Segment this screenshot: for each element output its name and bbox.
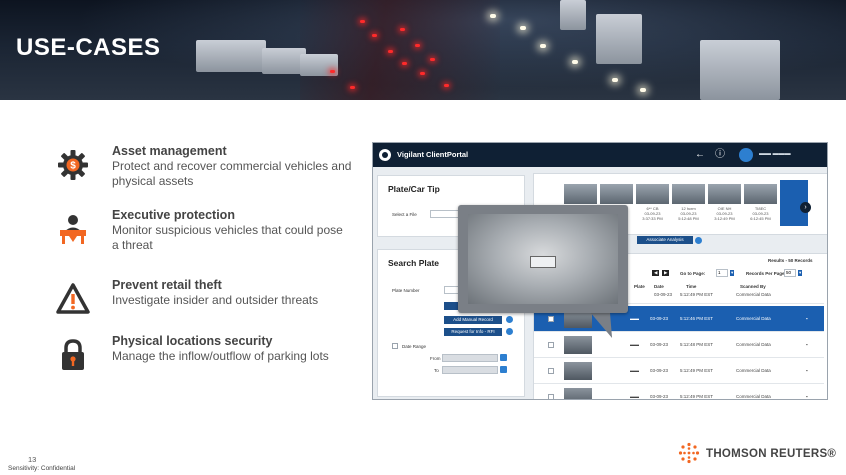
table-row[interactable]: ▬▬ 03-09-23 5:12:49 PM EST Commercial Da… <box>534 384 824 399</box>
use-case-title: Prevent retail theft <box>112 278 222 292</box>
vehicle-thumbnail[interactable] <box>744 184 777 204</box>
use-case-prevent-retail-theft: Prevent retail theft Investigate insider… <box>56 278 356 318</box>
gear-dollar-icon: $ <box>56 148 90 182</box>
vehicle-thumbnail[interactable] <box>600 184 633 204</box>
next-page-icon[interactable]: ▶ <box>662 270 670 276</box>
warning-triangle-icon <box>56 282 90 316</box>
user-menu[interactable]: ▬▬ ▬▬▬ <box>759 151 791 157</box>
vehicle-thumbnail[interactable] <box>708 184 741 204</box>
svg-text:$: $ <box>70 161 76 172</box>
select-file-label: Select a File <box>392 212 417 217</box>
calendar-icon[interactable] <box>500 366 507 373</box>
vehicle-thumbnail[interactable] <box>564 388 592 399</box>
thumbnail-caption: OIE NH 03-09-23 3:12:49 PM <box>714 206 735 221</box>
panel-title: Search Plate <box>388 258 440 268</box>
row-checkbox[interactable] <box>548 316 554 322</box>
row-checkbox[interactable] <box>548 394 554 399</box>
vehicle-thumbnail[interactable] <box>564 184 597 204</box>
prev-page-icon[interactable]: ◀ <box>652 270 660 276</box>
executive-person-icon <box>56 212 90 246</box>
results-count: Results - 50 Records <box>768 258 813 263</box>
avatar[interactable] <box>739 148 753 162</box>
thomson-reuters-logo-icon <box>678 442 700 464</box>
use-case-description: Monitor suspicious vehicles that could p… <box>112 223 343 252</box>
thumbnail-caption: 6** CB 03-09-23 3:37:33 PM <box>642 206 663 221</box>
use-case-title: Physical locations security <box>112 334 273 348</box>
brand-name: THOMSON REUTERS® <box>706 448 837 460</box>
portal-header: Vigilant ClientPortal ← ⓘ ▬▬ ▬▬▬ <box>373 143 827 167</box>
from-label: From <box>430 356 441 361</box>
use-case-title: Asset management <box>112 144 227 158</box>
page-title: USE-CASES <box>16 34 161 61</box>
portal-app-name: Vigilant ClientPortal <box>397 150 469 159</box>
go-to-page-select[interactable]: 1 <box>716 269 728 277</box>
info-icon[interactable]: ⓘ <box>715 149 725 161</box>
column-header[interactable]: Time <box>686 284 696 289</box>
page-number: 13 <box>28 455 37 464</box>
to-date-field[interactable] <box>442 366 498 374</box>
date-range-label: Date Range <box>402 344 427 349</box>
column-header[interactable]: Plate <box>634 284 645 289</box>
use-case-physical-locations-security: Physical locations security Manage the i… <box>56 334 356 374</box>
vehicle-thumbnail[interactable] <box>636 184 669 204</box>
info-icon[interactable] <box>506 316 513 323</box>
go-to-page-label: Go to Page: <box>680 271 706 276</box>
motorola-logo-icon <box>379 149 391 161</box>
use-case-asset-management: $ Asset management Protect and recover c… <box>56 144 356 194</box>
info-icon[interactable] <box>506 328 513 335</box>
thumbnail-caption: 12 hcrm 03-09-23 5:12:48 PM <box>678 206 699 221</box>
back-arrow-icon[interactable]: ← <box>695 149 705 161</box>
calendar-icon[interactable] <box>500 354 507 361</box>
add-manual-record-button[interactable]: Add Manual Record <box>444 316 502 324</box>
license-plate <box>530 256 556 268</box>
records-per-page-select[interactable]: 50 <box>784 269 796 277</box>
use-case-executive-protection: Executive protection Monitor suspicious … <box>56 208 356 258</box>
row-checkbox[interactable] <box>548 342 554 348</box>
date-range-checkbox[interactable] <box>392 343 398 349</box>
request-for-info-button[interactable]: Request for Info - RFI <box>444 328 502 336</box>
plate-number-label: Plate Number <box>392 288 420 293</box>
chevron-right-icon[interactable]: › <box>800 202 811 213</box>
use-case-title: Executive protection <box>112 208 235 222</box>
column-header[interactable]: Scanned By <box>740 284 766 289</box>
from-date-field[interactable] <box>442 354 498 362</box>
vehicle-thumbnail[interactable] <box>672 184 705 204</box>
to-label: To <box>434 368 439 373</box>
thumbnail-caption: TI8EC 03-09-23 6:12:45 PM <box>750 206 771 221</box>
associate-analysis-button[interactable]: Associate Analysis <box>637 236 693 244</box>
use-case-description: Protect and recover commercial vehicles … <box>112 159 352 188</box>
sensitivity-label: Sensitivity: Confidential <box>8 465 76 472</box>
chevron-down-icon[interactable]: ▾ <box>798 270 803 276</box>
records-per-page-label: Records Per Page: <box>746 271 787 276</box>
use-case-description: Investigate insider and outsider threats <box>112 293 319 307</box>
vehicle-rear-photo <box>468 214 618 304</box>
table-row[interactable]: ▬▬ 03-09-23 5:12:48 PM EST Commercial Da… <box>534 332 824 358</box>
use-case-description: Manage the inflow/outflow of parking lot… <box>112 349 329 363</box>
header-banner: USE-CASES <box>0 0 846 100</box>
panel-title: Plate/Car Tip <box>388 184 440 194</box>
vehicle-thumbnail[interactable] <box>564 362 592 380</box>
chevron-down-icon[interactable]: ▾ <box>730 270 735 276</box>
column-header[interactable]: Date <box>654 284 664 289</box>
vehicle-thumbnail[interactable] <box>564 336 592 354</box>
row-checkbox[interactable] <box>548 368 554 374</box>
info-icon[interactable] <box>695 237 702 244</box>
plate-zoom-callout <box>458 205 628 313</box>
padlock-icon <box>56 338 90 372</box>
table-row[interactable]: ▬▬ 03-09-23 5:12:49 PM EST Commercial Da… <box>534 358 824 384</box>
